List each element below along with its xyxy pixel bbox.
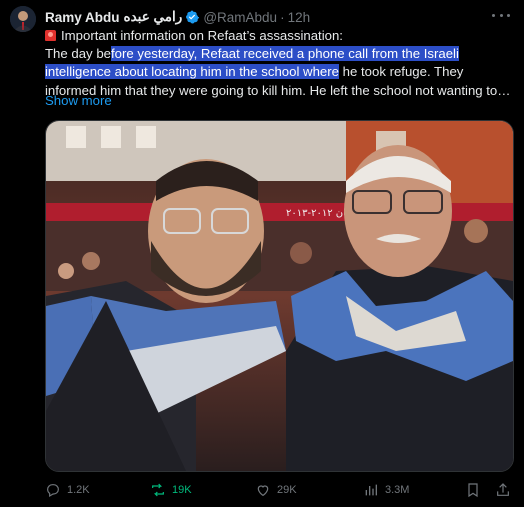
like-button[interactable]: 29K [255, 480, 297, 500]
body-text-highlight-2: intelligence about locating him in the s… [45, 64, 339, 80]
views-button[interactable]: 3.3M [363, 480, 409, 500]
repost-count: 19K [172, 484, 192, 496]
body-text-start: The day be [45, 46, 111, 62]
tweet-photo[interactable]: وأسعد يومكم بكل أمان ٢٠١٢-٢٠١٣ [45, 120, 514, 472]
repost-button[interactable]: 19K [150, 480, 192, 500]
author-handle[interactable]: @RamAbdu [203, 10, 277, 25]
like-count: 29K [277, 484, 297, 496]
body-text-highlight-1: fore yesterday, Refaat received a phone … [110, 46, 459, 62]
view-count: 3.3M [385, 484, 410, 496]
share-button[interactable] [495, 480, 517, 500]
tweet-headline: Important information on Refaat’s assass… [45, 27, 515, 45]
avatar-image [10, 6, 36, 32]
repost-icon [152, 483, 164, 497]
avatar[interactable] [10, 6, 36, 32]
reply-icon [47, 484, 59, 498]
heart-icon [257, 485, 269, 497]
verified-badge-icon [186, 10, 200, 24]
more-options-icon[interactable] [492, 8, 510, 22]
tweet-actions: 1.2K 19K 29K 3.3M [45, 480, 515, 500]
tweet-text: Important information on Refaat’s assass… [45, 27, 515, 100]
tweet-header: Ramy Abdu رامي عبده @RamAbdu · 12h [45, 8, 310, 26]
reply-count: 1.2K [67, 484, 90, 496]
author-name[interactable]: Ramy Abdu [45, 10, 120, 25]
bookmark-icon [468, 483, 478, 498]
views-icon [365, 484, 377, 496]
share-icon [497, 483, 509, 496]
bookmark-button[interactable] [465, 480, 487, 500]
siren-icon [45, 30, 56, 41]
tweet-body: The day before yesterday, Refaat receive… [45, 45, 515, 100]
separator-dot: · [280, 9, 285, 25]
reply-button[interactable]: 1.2K [45, 480, 90, 500]
tweet-timestamp[interactable]: 12h [288, 10, 311, 25]
author-name-arabic[interactable]: رامي عبده [124, 9, 183, 25]
photo-graduation-selfie: وأسعد يومكم بكل أمان ٢٠١٢-٢٠١٣ [46, 121, 513, 471]
headline-text: Important information on Refaat’s assass… [61, 28, 343, 43]
show-more-link[interactable]: Show more [45, 93, 112, 108]
